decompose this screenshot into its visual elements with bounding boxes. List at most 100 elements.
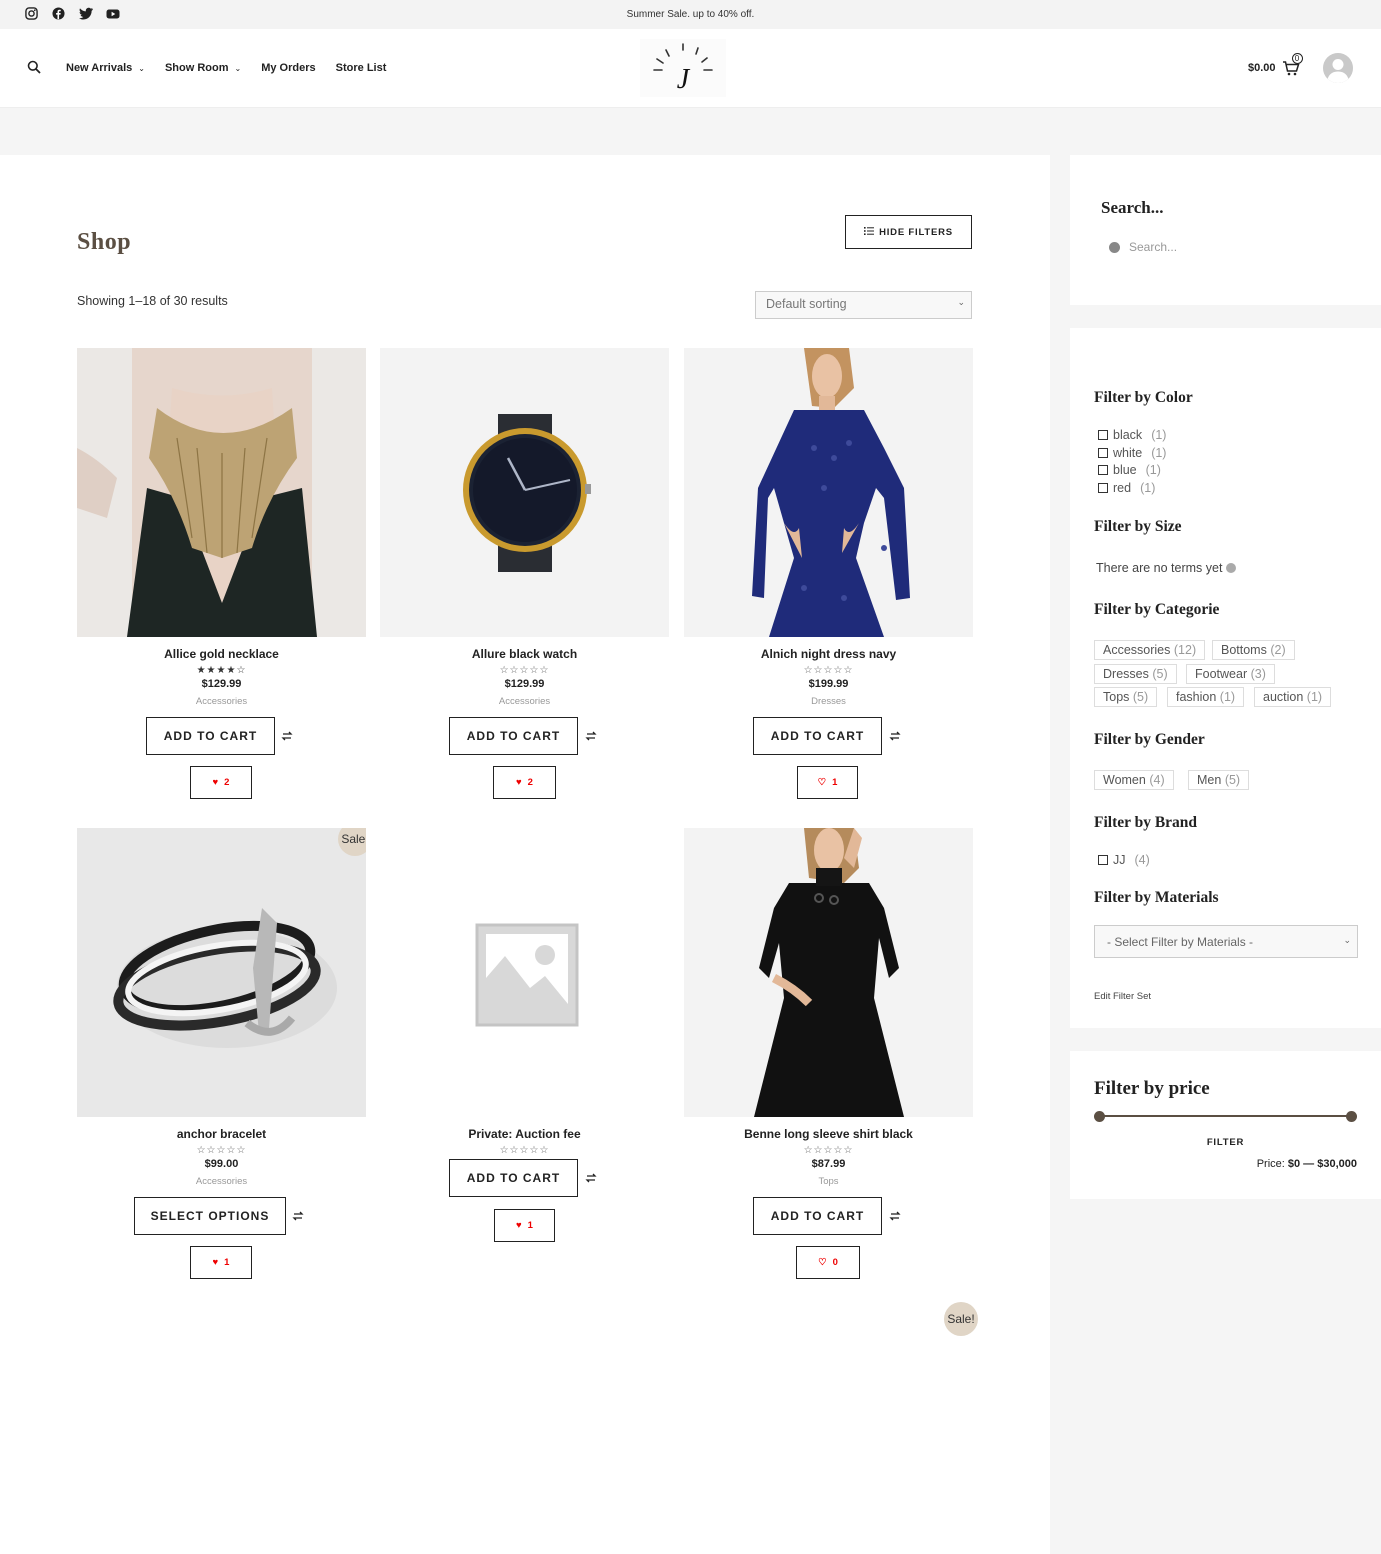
filter-tag[interactable]: Women (4)	[1094, 770, 1174, 790]
cart-button[interactable]: $0.00 0	[1248, 53, 1303, 77]
filter-color-blue[interactable]: blue (1)	[1098, 463, 1161, 477]
add-to-cart-button[interactable]: ADD TO CART	[753, 1197, 882, 1235]
product-name[interactable]: Benne long sleeve shirt black	[684, 1127, 973, 1141]
compare-icon[interactable]	[889, 1209, 903, 1223]
wishlist-button[interactable]: ♥ 1	[494, 1209, 555, 1242]
heart-outline-icon: ♡	[817, 777, 827, 788]
price-slider-track[interactable]	[1099, 1115, 1352, 1117]
wishlist-button[interactable]: ♡ 1	[797, 766, 858, 799]
wishlist-button[interactable]: ♥ 1	[190, 1246, 252, 1279]
compare-icon[interactable]	[281, 729, 295, 743]
filter-label: blue	[1113, 463, 1137, 477]
result-count: Showing 1–18 of 30 results	[77, 294, 228, 308]
checkbox[interactable]	[1098, 448, 1108, 458]
filter-color-red[interactable]: red (1)	[1098, 481, 1155, 495]
compare-icon[interactable]	[585, 729, 599, 743]
filter-tag[interactable]: fashion (1)	[1167, 687, 1245, 707]
search-input[interactable]: Search...	[1129, 240, 1177, 254]
add-to-cart-button[interactable]: ADD TO CART	[146, 717, 275, 755]
price-slider-min-handle[interactable]	[1094, 1111, 1105, 1122]
wishlist-button[interactable]: ♡ 0	[796, 1246, 860, 1279]
compare-icon[interactable]	[889, 729, 903, 743]
price-label: Price:	[1256, 1158, 1285, 1170]
materials-select-value: - Select Filter by Materials -	[1107, 935, 1254, 949]
hide-filters-button[interactable]: HIDE FILTERS	[845, 215, 972, 249]
wishlist-button[interactable]: ♥ 2	[190, 766, 252, 799]
checkbox[interactable]	[1098, 430, 1108, 440]
checkbox[interactable]	[1098, 465, 1108, 475]
edit-filter-set-link[interactable]: Edit Filter Set	[1094, 991, 1151, 1002]
filter-color-white[interactable]: white (1)	[1098, 446, 1166, 460]
nav-label: Store List	[335, 62, 387, 74]
product-image[interactable]	[684, 828, 973, 1117]
filter-label: JJ	[1113, 853, 1126, 867]
help-icon[interactable]	[1226, 563, 1237, 573]
price-filter-button[interactable]: FILTER	[1070, 1137, 1381, 1148]
compare-icon[interactable]	[585, 1171, 599, 1185]
wishlist-button[interactable]: ♥ 2	[493, 766, 556, 799]
filter-color-title: Filter by Color	[1094, 389, 1193, 406]
product-image[interactable]	[380, 348, 669, 637]
product-image[interactable]	[77, 348, 366, 637]
site-logo[interactable]: J	[640, 39, 726, 97]
price-slider-max-handle[interactable]	[1346, 1111, 1357, 1122]
filter-count: (1)	[1151, 428, 1167, 442]
nav-label: My Orders	[261, 62, 316, 74]
sale-badge: Sale!	[944, 1302, 978, 1336]
rating-stars: ☆☆☆☆☆	[803, 1145, 854, 1156]
filter-tag[interactable]: Footwear (3)	[1186, 664, 1275, 684]
product-price: $99.00	[204, 1158, 239, 1170]
product-name[interactable]: Allice gold necklace	[77, 647, 366, 661]
add-to-cart-button[interactable]: ADD TO CART	[753, 717, 882, 755]
chevron-down-icon: ⌄	[1343, 935, 1351, 945]
product-category[interactable]: Tops	[684, 1176, 973, 1187]
product-name[interactable]: Allure black watch	[380, 647, 669, 661]
filter-color-black[interactable]: black (1)	[1098, 428, 1166, 442]
filter-tag[interactable]: Bottoms (2)	[1212, 640, 1295, 660]
product-image[interactable]	[684, 348, 973, 637]
wishlist-count: 0	[832, 1257, 838, 1268]
product-name[interactable]: anchor bracelet	[77, 1127, 366, 1141]
filter-tag[interactable]: Accessories (12)	[1094, 640, 1206, 660]
nav-label: Show Room	[164, 62, 229, 74]
add-to-cart-button[interactable]: ADD TO CART	[449, 1159, 578, 1197]
product-card: Allice gold necklace ★★★★☆ $129.99 Acces…	[77, 348, 366, 799]
size-empty-message: There are no terms yet	[1096, 561, 1237, 575]
rating-stars: ★★★★☆	[196, 665, 247, 676]
filter-tag[interactable]: Men (5)	[1188, 770, 1250, 790]
product-category[interactable]: Dresses	[684, 696, 973, 707]
search-icon	[1109, 242, 1120, 253]
search-icon[interactable]	[27, 60, 41, 74]
filter-tag[interactable]: Dresses (5)	[1094, 664, 1177, 684]
product-name[interactable]: Private: Auction fee	[380, 1127, 669, 1141]
product-image[interactable]: Sale!	[77, 828, 366, 1117]
add-to-cart-button[interactable]: ADD TO CART	[449, 717, 578, 755]
heart-icon: ♥	[212, 777, 219, 788]
avatar[interactable]	[1323, 53, 1353, 83]
chevron-down-icon: ⌄	[234, 63, 242, 73]
filter-brand-jj[interactable]: JJ (4)	[1098, 853, 1150, 867]
nav-show-room[interactable]: Show Room ⌄	[165, 62, 241, 74]
nav-my-orders[interactable]: My Orders	[261, 62, 315, 74]
product-name[interactable]: Alnich night dress navy	[684, 647, 973, 661]
product-category[interactable]: Accessories	[77, 696, 366, 707]
checkbox[interactable]	[1098, 483, 1108, 493]
product-category[interactable]: Accessories	[77, 1176, 366, 1187]
checkbox[interactable]	[1098, 855, 1108, 865]
shop-main: Shop HIDE FILTERS Showing 1–18 of 30 res…	[0, 155, 1050, 1554]
nav-new-arrivals[interactable]: New Arrivals ⌄	[66, 62, 145, 74]
sorting-select[interactable]: Default sorting ⌄	[755, 291, 972, 319]
chevron-down-icon: ⌄	[138, 63, 145, 73]
wishlist-count: 2	[527, 777, 533, 788]
price-filter-title: Filter by price	[1094, 1078, 1210, 1099]
product-category[interactable]: Accessories	[380, 696, 669, 707]
rating-stars: ☆☆☆☆☆	[499, 1145, 550, 1156]
product-image[interactable]	[380, 828, 669, 1117]
filter-label: black	[1113, 428, 1143, 442]
filter-tag[interactable]: Tops (5)	[1094, 687, 1158, 707]
nav-store-list[interactable]: Store List	[336, 62, 387, 74]
compare-icon[interactable]	[292, 1209, 306, 1223]
materials-select[interactable]: - Select Filter by Materials - ⌄	[1094, 925, 1358, 958]
filter-tag[interactable]: auction (1)	[1254, 687, 1332, 707]
select-options-button[interactable]: SELECT OPTIONS	[134, 1197, 286, 1235]
